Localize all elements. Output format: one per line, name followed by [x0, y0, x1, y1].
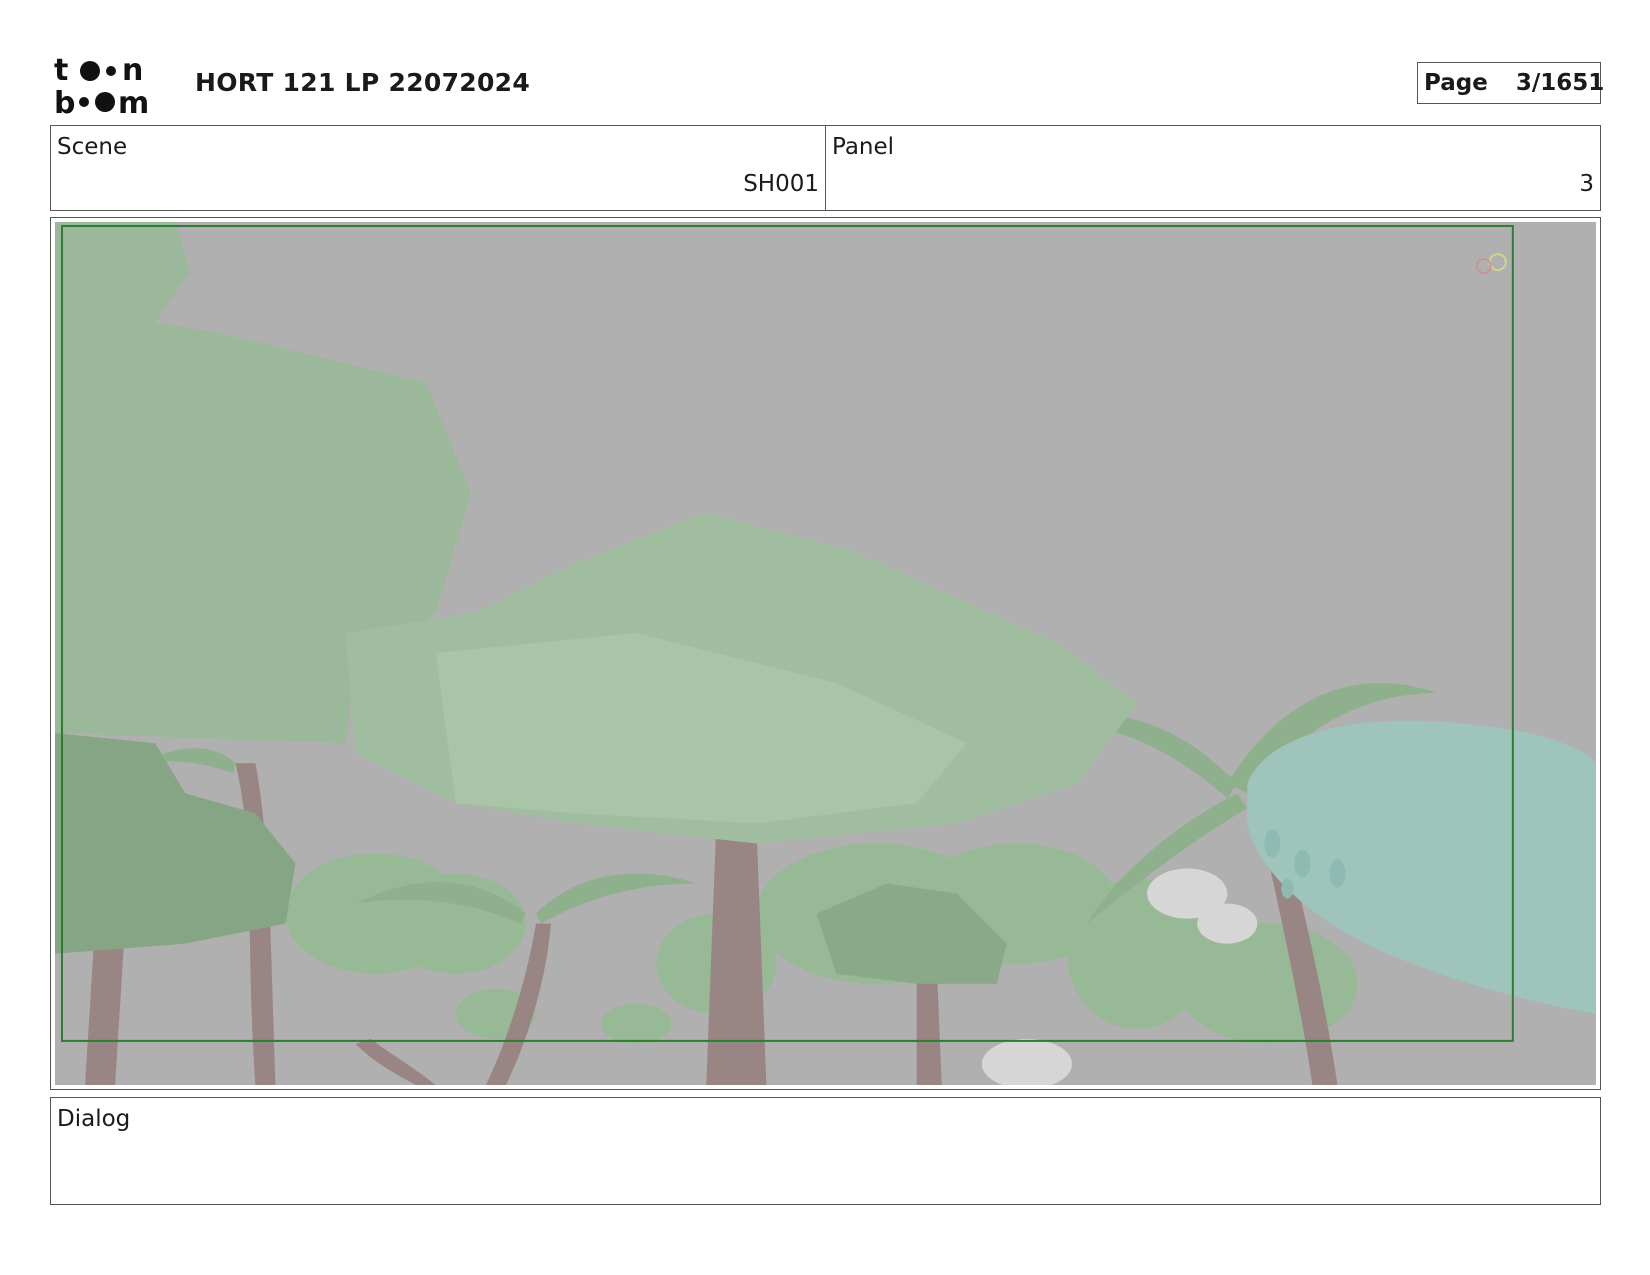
svg-text:t: t: [54, 54, 68, 88]
document-title: HORT 121 LP 22072024: [195, 68, 531, 97]
panel-cell: Panel 3: [825, 126, 1600, 210]
svg-text:m: m: [118, 86, 149, 116]
toon-boom-logo: t n b m: [54, 54, 149, 116]
scene-label: Scene: [57, 134, 128, 160]
storyboard-drawing: [55, 222, 1596, 1085]
dialog-box: Dialog: [50, 1097, 1601, 1205]
page-indicator: Page 3/1651: [1417, 62, 1605, 104]
dialog-label: Dialog: [57, 1106, 131, 1132]
panel-label: Panel: [832, 134, 895, 160]
svg-text:n: n: [122, 54, 143, 88]
scene-panel-info: Scene SH001 Panel 3: [50, 125, 1601, 211]
panel-value: 3: [1579, 171, 1594, 197]
page-label: Page: [1424, 70, 1488, 96]
svg-text:b: b: [54, 86, 75, 116]
scene-value: SH001: [743, 171, 819, 197]
page-number: 3/1651: [1515, 70, 1605, 96]
storyboard-panel: [50, 217, 1601, 1090]
scene-cell: Scene SH001: [51, 126, 825, 210]
